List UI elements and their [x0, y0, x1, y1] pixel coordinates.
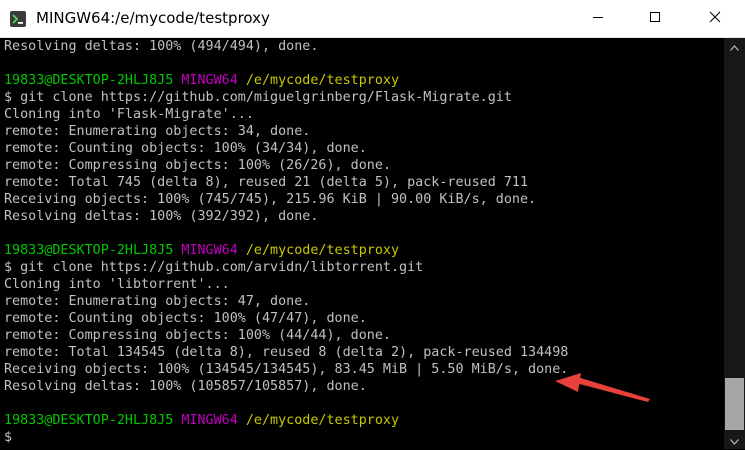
prompt-shell: MINGW64: [181, 243, 238, 258]
terminal-output[interactable]: Resolving deltas: 100% (494/494), done. 1…: [0, 38, 724, 449]
output-line: Resolving deltas: 100% (392/392), done.: [4, 209, 319, 224]
output-line: remote: Compressing objects: 100% (26/26…: [4, 158, 391, 173]
prompt-user-host: 19833@DESKTOP-2HLJ8J5: [4, 413, 174, 428]
minimize-icon: [592, 10, 604, 28]
scroll-up-button[interactable]: [724, 38, 745, 55]
prompt-user-host: 19833@DESKTOP-2HLJ8J5: [4, 73, 174, 88]
terminal-window: MINGW64:/e/mycode/testproxy Resolving de…: [0, 0, 745, 449]
prompt-shell: MINGW64: [181, 73, 238, 88]
prompt-user-host: 19833@DESKTOP-2HLJ8J5: [4, 243, 174, 258]
output-line: $ git clone https://github.com/miguelgri…: [4, 90, 512, 105]
output-line: remote: Counting objects: 100% (47/47), …: [4, 311, 367, 326]
output-line: $ git clone https://github.com/arvidn/li…: [4, 260, 424, 275]
arrow-up-icon: [730, 38, 739, 56]
prompt-shell: MINGW64: [181, 413, 238, 428]
close-button[interactable]: [692, 0, 738, 38]
output-line: Resolving deltas: 100% (494/494), done.: [4, 39, 319, 54]
output-line: Cloning into 'Flask-Migrate'...: [4, 107, 254, 122]
scrollbar-thumb[interactable]: [725, 378, 744, 430]
title-bar[interactable]: MINGW64:/e/mycode/testproxy: [0, 0, 745, 38]
maximize-icon: [649, 10, 661, 28]
output-line: Cloning into 'libtorrent'...: [4, 277, 230, 292]
input-prompt-symbol: $: [4, 430, 13, 445]
vertical-scrollbar[interactable]: [724, 38, 745, 449]
text-cursor: [18, 432, 26, 445]
output-line: remote: Total 745 (delta 8), reused 21 (…: [4, 175, 529, 190]
output-line: Receiving objects: 100% (745/745), 215.9…: [4, 192, 537, 207]
prompt-line: 19833@DESKTOP-2HLJ8J5 MINGW64 /e/mycode/…: [4, 242, 399, 259]
prompt-path: /e/mycode/testproxy: [245, 243, 400, 258]
output-line: remote: Compressing objects: 100% (44/44…: [4, 328, 391, 343]
maximize-button[interactable]: [632, 0, 678, 38]
minimize-button[interactable]: [575, 0, 621, 38]
prompt-line: 19833@DESKTOP-2HLJ8J5 MINGW64 /e/mycode/…: [4, 72, 399, 89]
output-line: remote: Total 134545 (delta 8), reused 8…: [4, 345, 569, 360]
mingw-app-icon[interactable]: [9, 10, 27, 28]
output-line: remote: Enumerating objects: 47, done.: [4, 294, 311, 309]
prompt-line: 19833@DESKTOP-2HLJ8J5 MINGW64 /e/mycode/…: [4, 412, 399, 429]
output-line: Resolving deltas: 100% (105857/105857), …: [4, 379, 367, 394]
window-title: MINGW64:/e/mycode/testproxy: [36, 9, 270, 27]
scroll-down-button[interactable]: [724, 432, 745, 449]
output-line: remote: Counting objects: 100% (34/34), …: [4, 141, 367, 156]
arrow-down-icon: [730, 432, 739, 450]
output-line: Receiving objects: 100% (134545/134545),…: [4, 362, 569, 377]
close-icon: [709, 10, 721, 28]
input-line[interactable]: $: [4, 429, 12, 446]
output-line: remote: Enumerating objects: 34, done.: [4, 124, 311, 139]
prompt-path: /e/mycode/testproxy: [245, 73, 400, 88]
prompt-path: /e/mycode/testproxy: [245, 413, 400, 428]
